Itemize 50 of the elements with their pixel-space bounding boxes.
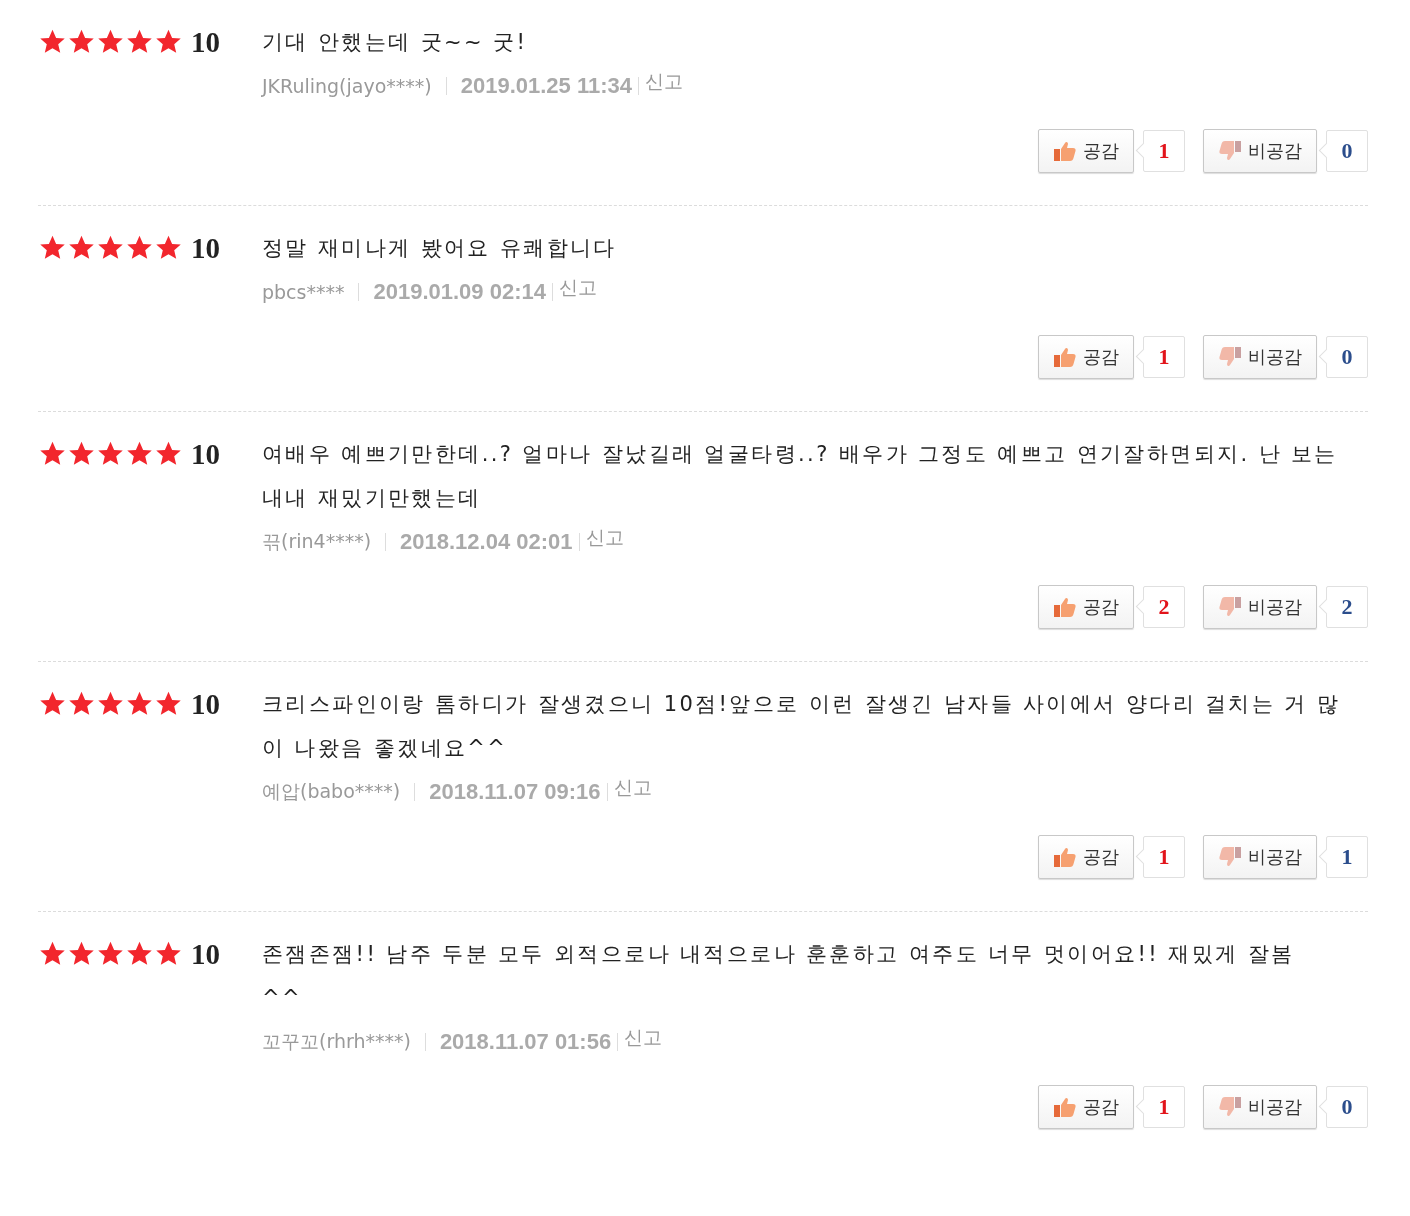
thumbs-down-icon bbox=[1218, 596, 1242, 618]
author-name: pbcs**** bbox=[262, 281, 345, 303]
dislike-count: 1 bbox=[1318, 835, 1368, 879]
thumbs-down-icon bbox=[1218, 346, 1242, 368]
dislike-button[interactable]: 비공감 bbox=[1203, 129, 1317, 173]
thumbs-down-icon bbox=[1218, 846, 1242, 868]
review-date: 2019.01.25 11:34 bbox=[460, 73, 632, 99]
like-button[interactable]: 공감 bbox=[1038, 835, 1134, 879]
rating-score: 10 bbox=[191, 937, 220, 971]
like-button[interactable]: 공감 bbox=[1038, 335, 1134, 379]
like-button[interactable]: 공감 bbox=[1038, 129, 1134, 173]
like-count: 1 bbox=[1135, 835, 1185, 879]
rating-score: 10 bbox=[191, 231, 220, 265]
review-text: 크리스파인이랑 톰하디가 잘생겼으니 10점!앞으로 이런 잘생긴 남자들 사이에서 양다리 걸치는 거 많이 나왔음 좋겠네요^^ bbox=[262, 691, 1342, 762]
thumbs-down-icon bbox=[1218, 1096, 1242, 1118]
like-count: 1 bbox=[1135, 1085, 1185, 1129]
like-button[interactable]: 공감 bbox=[1038, 1085, 1134, 1129]
rating-score: 10 bbox=[191, 437, 220, 471]
thumbs-up-icon bbox=[1053, 346, 1077, 368]
review-date: 2018.11.07 09:16 bbox=[429, 779, 601, 805]
dislike-button[interactable]: 비공감 bbox=[1203, 335, 1317, 379]
thumbs-up-icon bbox=[1053, 846, 1077, 868]
dislike-count: 0 bbox=[1318, 1085, 1368, 1129]
review-date: 2018.12.04 02:01 bbox=[400, 529, 573, 555]
thumbs-down-icon bbox=[1218, 140, 1242, 162]
thumbs-up-icon bbox=[1053, 1096, 1077, 1118]
like-button[interactable]: 공감 bbox=[1038, 585, 1134, 629]
author-name: 끆(rin4****) bbox=[262, 529, 372, 554]
author-name: JKRuling(jayo****) bbox=[262, 75, 432, 97]
dislike-button[interactable]: 비공감 bbox=[1203, 1085, 1317, 1129]
dislike-button[interactable]: 비공감 bbox=[1203, 585, 1317, 629]
dislike-count: 0 bbox=[1318, 129, 1368, 173]
author-name: 꼬꾸꼬(rhrh****) bbox=[262, 1029, 411, 1054]
like-count: 1 bbox=[1135, 335, 1185, 379]
review-text: 정말 재미나게 봤어요 유쾌합니다 bbox=[262, 235, 618, 262]
rating-score: 10 bbox=[191, 687, 220, 721]
thumbs-up-icon bbox=[1053, 596, 1077, 618]
author-name: 예압(babo****) bbox=[262, 779, 401, 804]
rating-score: 10 bbox=[191, 25, 220, 59]
dislike-count: 0 bbox=[1318, 335, 1368, 379]
review-date: 2018.11.07 01:56 bbox=[439, 1029, 612, 1055]
review-text: 여배우 예쁘기만한데..? 얼마나 잘났길래 얼굴타령..? 배우가 그정도 예쁘고 연기잘하면되지. 난 보는 내내 재밌기만했는데 bbox=[262, 441, 1339, 512]
like-count: 1 bbox=[1135, 129, 1185, 173]
review-text: 기대 안했는데 굿~~ 굿! bbox=[262, 29, 529, 56]
review-date: 2019.01.09 02:14 bbox=[373, 279, 546, 305]
thumbs-up-icon bbox=[1053, 140, 1077, 162]
review-text: 존잼존잼!! 남주 두분 모두 외적으로나 내적으로나 훈훈하고 여주도 너무 멋이어요!! 재밌게 잘봄 ^^ bbox=[262, 941, 1296, 1012]
dislike-button[interactable]: 비공감 bbox=[1203, 835, 1317, 879]
dislike-count: 2 bbox=[1318, 585, 1368, 629]
like-count: 2 bbox=[1135, 585, 1185, 629]
